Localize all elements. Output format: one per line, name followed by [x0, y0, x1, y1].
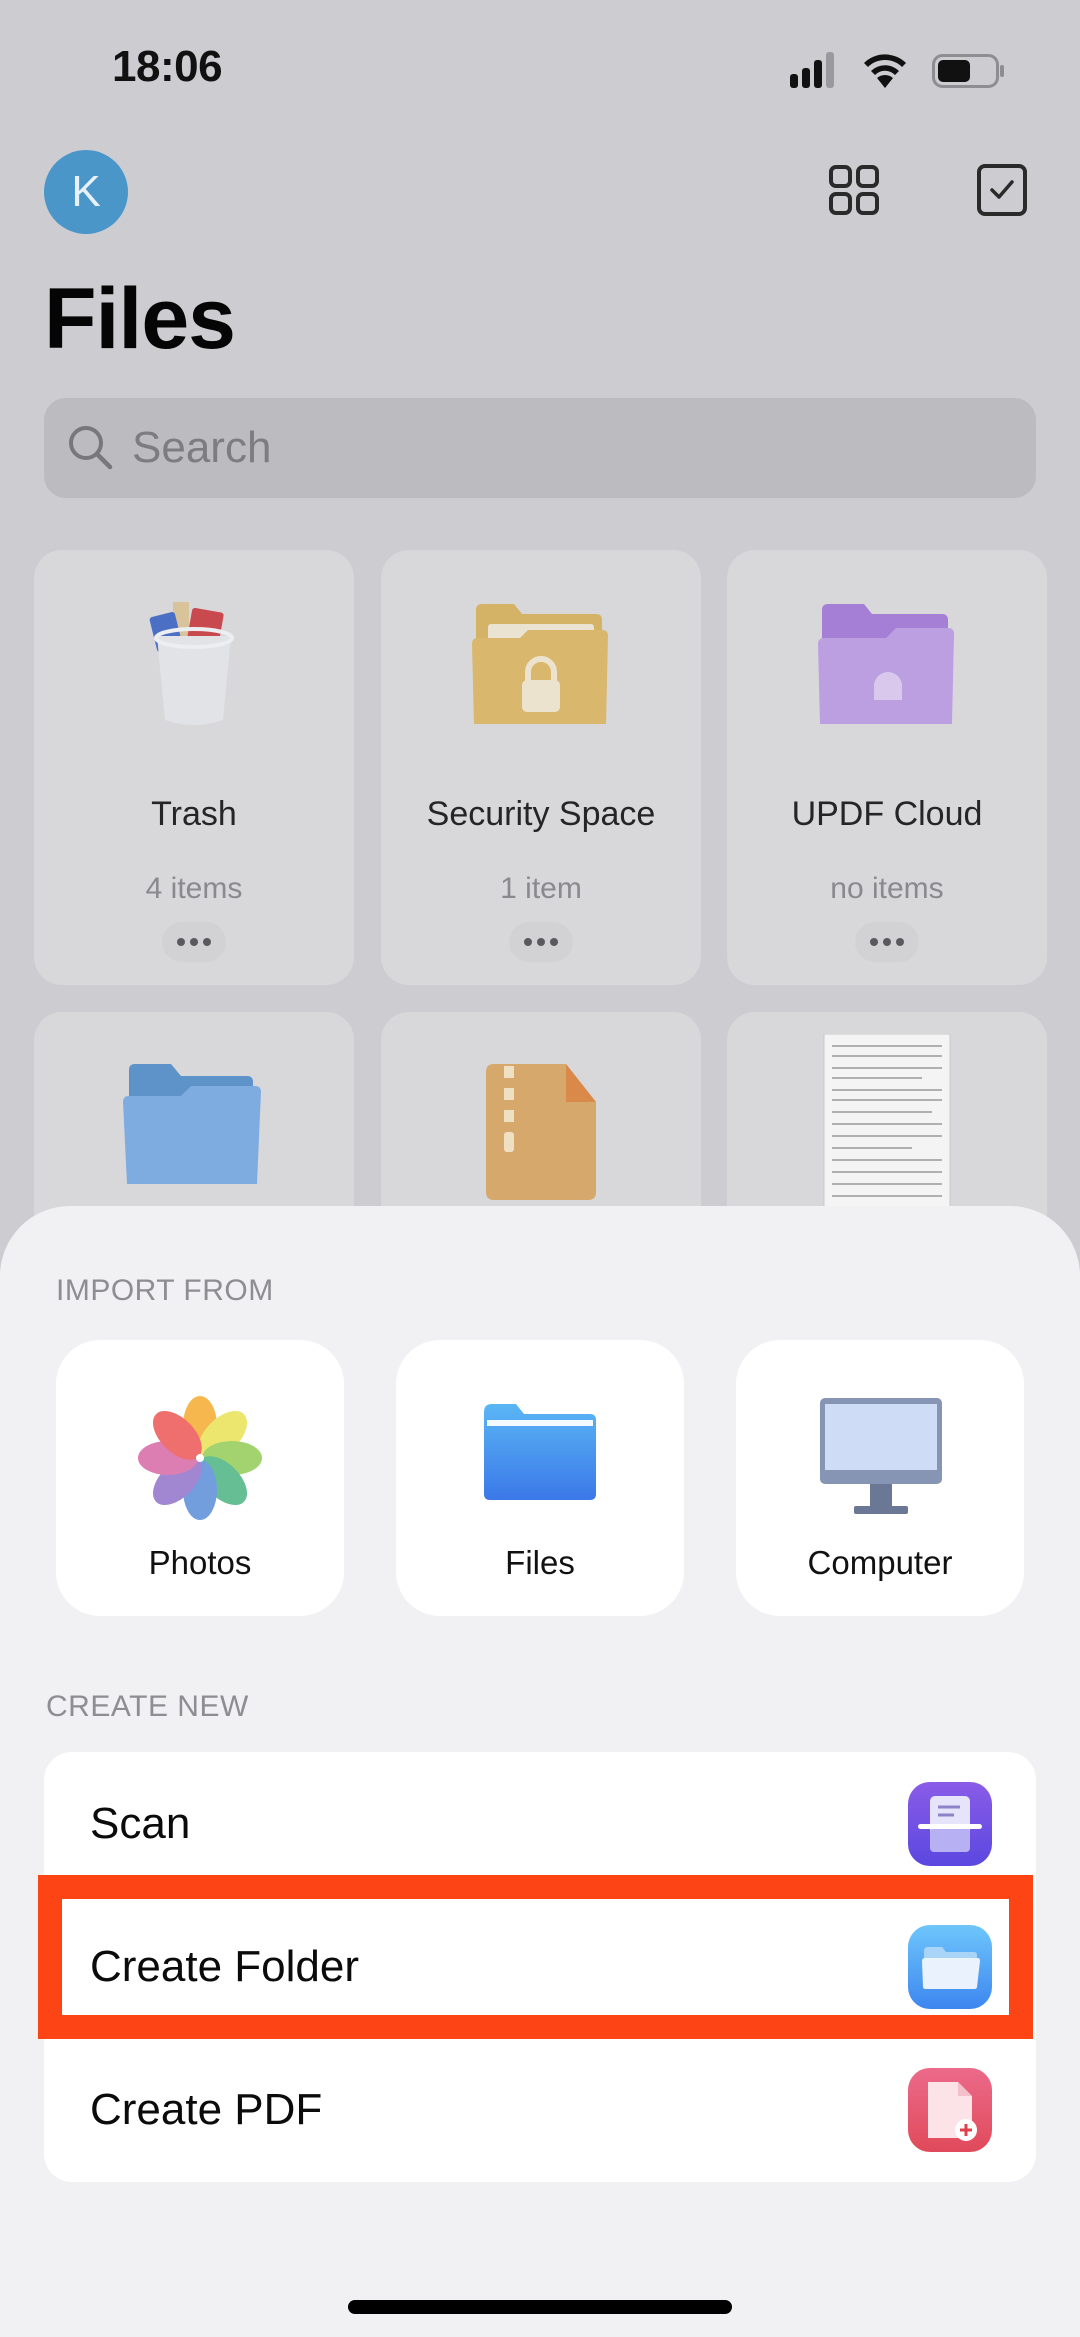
search-placeholder: Search [132, 423, 272, 472]
import-computer-label: Computer [807, 1544, 953, 1581]
folder-tile-updf-cloud[interactable]: UPDF Cloud no items [727, 550, 1047, 985]
status-time: 18:06 [112, 42, 223, 91]
folder-count: 1 item [500, 872, 582, 905]
create-scan-row[interactable]: Scan [44, 1752, 1036, 1895]
create-new-list: Scan Create Folder Create PDF [44, 1752, 1036, 2182]
import-files-button[interactable]: Files [396, 1340, 684, 1616]
computer-icon [820, 1398, 942, 1514]
scan-icon [908, 1781, 992, 1866]
import-section-label: IMPORT FROM [56, 1274, 274, 1307]
folder-count: 4 items [145, 872, 243, 905]
search-icon [69, 426, 113, 470]
battery-icon [932, 54, 1004, 88]
files-folder-icon [484, 1404, 596, 1500]
create-section-label: CREATE NEW [46, 1690, 249, 1723]
wifi-icon [864, 54, 906, 88]
import-computer-button[interactable]: Computer [736, 1340, 1024, 1616]
page-title: Files [44, 271, 236, 367]
pdf-add-icon [908, 2067, 992, 2152]
create-folder-row[interactable]: Create Folder [44, 1895, 1036, 2038]
folder-count: no items [830, 872, 944, 905]
folder-name: Trash [151, 795, 237, 833]
more-options-button[interactable] [162, 922, 226, 962]
home-indicator[interactable] [348, 2300, 732, 2314]
cloud-folder-icon [818, 604, 954, 724]
create-folder-label: Create Folder [90, 1941, 360, 1991]
folder-name: Security Space [426, 795, 656, 833]
folder-name: UPDF Cloud [791, 795, 983, 833]
grid-view-icon[interactable] [826, 162, 882, 218]
folder-tile-security-space[interactable]: Security Space 1 item [381, 550, 701, 985]
document-thumbnail-icon [823, 1034, 951, 1212]
create-pdf-row[interactable]: Create PDF [44, 2038, 1036, 2181]
cellular-signal-icon [790, 52, 834, 88]
lock-folder-icon [472, 604, 608, 724]
select-checkbox-icon[interactable] [974, 162, 1030, 218]
import-photos-button[interactable]: Photos [56, 1340, 344, 1616]
zip-archive-icon [486, 1064, 596, 1200]
create-pdf-label: Create PDF [90, 2084, 323, 2134]
folder-icon [908, 1924, 992, 2009]
blue-folder-icon [123, 1064, 261, 1184]
more-options-button[interactable] [509, 922, 573, 962]
avatar[interactable]: K [44, 150, 128, 234]
more-options-button[interactable] [855, 922, 919, 962]
trash-icon [149, 602, 234, 725]
import-photos-label: Photos [148, 1544, 252, 1581]
photos-icon [138, 1396, 262, 1520]
import-files-label: Files [505, 1544, 575, 1581]
search-input[interactable]: Search [44, 398, 1036, 498]
scan-label: Scan [90, 1798, 191, 1848]
folder-tile-trash[interactable]: Trash 4 items [34, 550, 354, 985]
